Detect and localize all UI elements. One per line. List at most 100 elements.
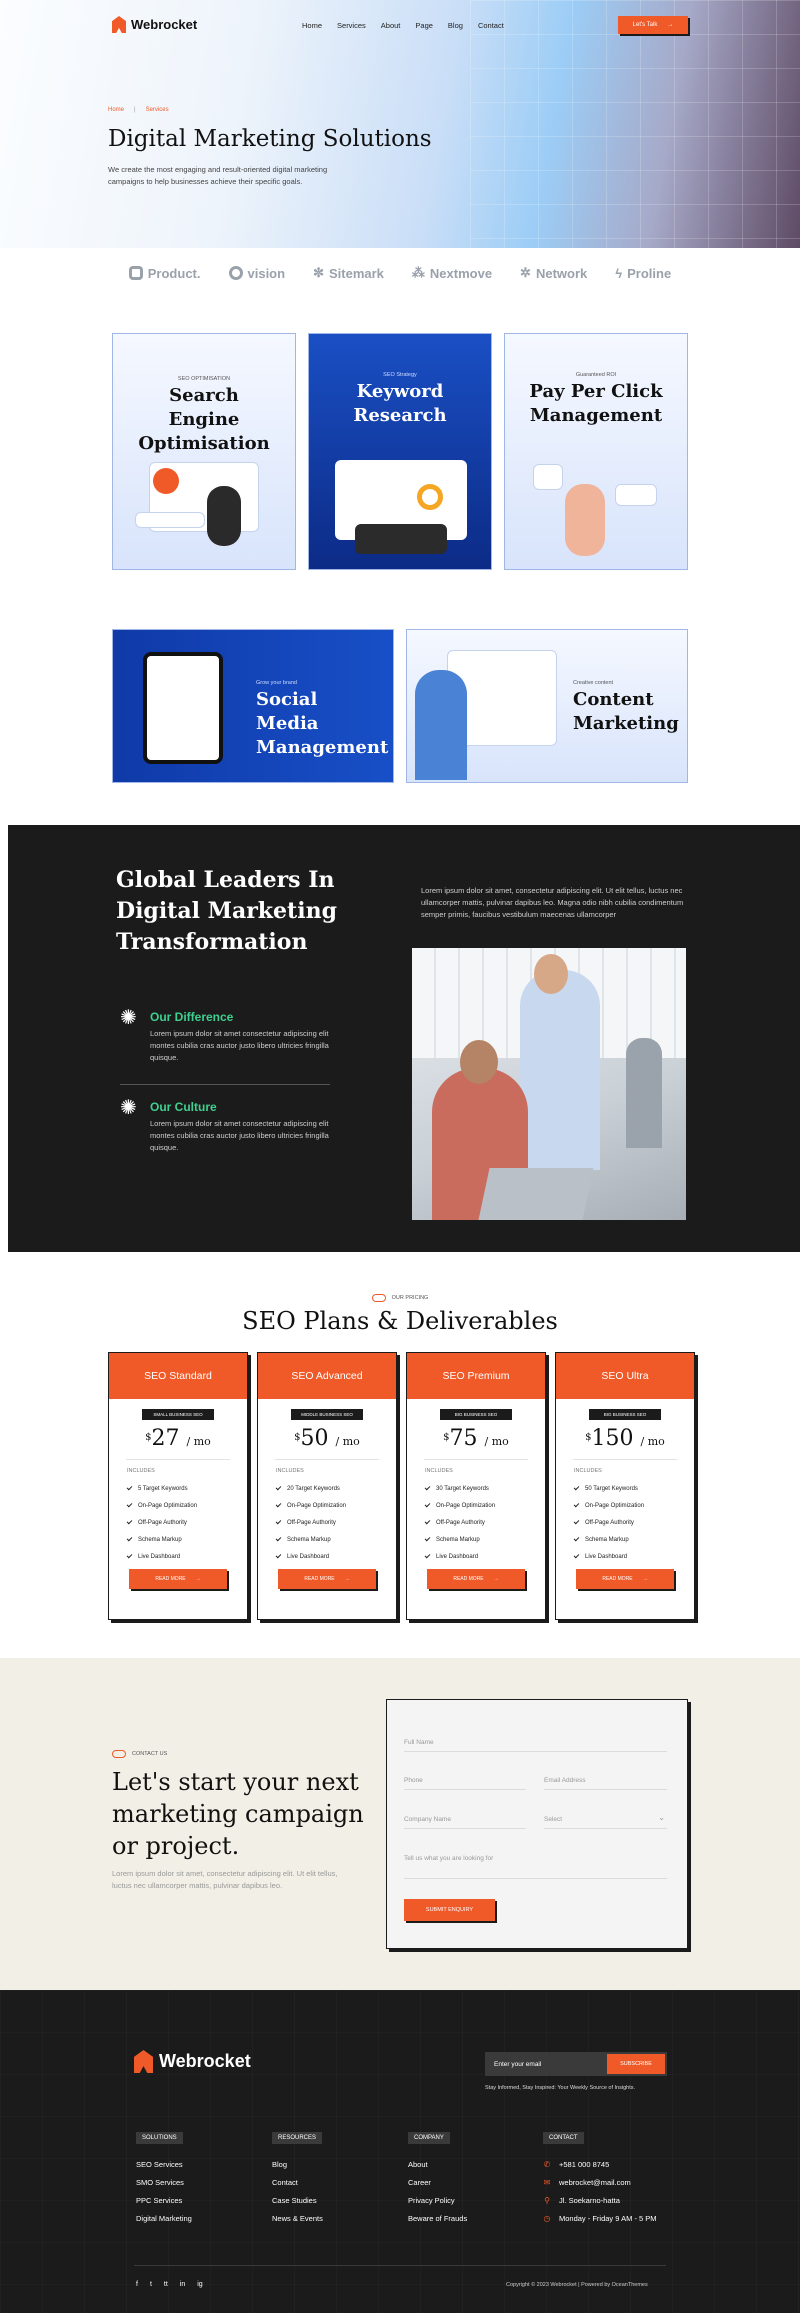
pricing-eyebrow: OUR PRICING [0, 1294, 800, 1302]
footer-col-title: SOLUTIONS [136, 2132, 183, 2144]
read-more-button[interactable]: READ MORE → [427, 1569, 525, 1589]
nav-blog[interactable]: Blog [448, 21, 463, 30]
subscribe-button[interactable]: SUBSCRIBE [607, 2054, 665, 2074]
footer-link[interactable]: Career [408, 2173, 467, 2191]
breadcrumb-services: Services [145, 107, 169, 113]
message-textarea[interactable]: Tell us what you are looking for [404, 1855, 667, 1879]
plan-feature: 50 Target Keywords [573, 1480, 694, 1497]
footer-contact-phone[interactable]: ✆ +581 000 8745 [543, 2155, 657, 2173]
hero-lead: We create the most engaging and result-o… [108, 165, 328, 186]
phone-icon: ✆ [543, 2159, 551, 2169]
service-card-social[interactable]: Grow your brand Social Media Management [112, 629, 394, 783]
nav-page[interactable]: Page [415, 21, 433, 30]
logo[interactable]: Webrocket [112, 16, 197, 33]
service-card-keyword[interactable]: SEO Strategy Keyword Research [308, 333, 492, 570]
service-eyebrow: SEO Strategy [383, 372, 417, 378]
footer-link[interactable]: SMO Services [136, 2173, 192, 2191]
footer-col-title: COMPANY [408, 2132, 450, 2144]
newsletter-form: Enter your email SUBSCRIBE [485, 2052, 667, 2076]
includes-label: INCLUDES [276, 1468, 304, 1474]
footer-col-solutions: SOLUTIONS SEO Services SMO Services PPC … [136, 2126, 192, 2227]
service-select[interactable]: Select [544, 1813, 667, 1829]
breadcrumb-home[interactable]: Home [108, 107, 124, 113]
linkedin-icon[interactable]: in [180, 2281, 185, 2288]
footer-link[interactable]: Privacy Policy [408, 2191, 467, 2209]
check-icon [424, 1518, 431, 1525]
check-icon [126, 1518, 133, 1525]
feature-text: Lorem ipsum dolor sit amet consectetur a… [150, 1029, 329, 1062]
facebook-icon[interactable]: f [136, 2281, 138, 2288]
check-icon [573, 1518, 580, 1525]
nav-about[interactable]: About [381, 21, 401, 30]
plan-price: $150 / mo [585, 1426, 665, 1451]
nav-services[interactable]: Services [337, 21, 366, 30]
phone-field[interactable]: Phone [404, 1777, 526, 1790]
logo-vision: vision [228, 266, 285, 281]
footer-link[interactable]: Case Studies [272, 2191, 323, 2209]
tablet-illustration [143, 652, 223, 764]
company-field[interactable]: Company Name [404, 1816, 526, 1829]
breadcrumb-separator: | [134, 107, 136, 113]
service-eyebrow: Guaranteed ROI [575, 372, 617, 378]
footer-logo[interactable]: Webrocket [134, 2050, 251, 2073]
plan-feature: Schema Markup [126, 1531, 247, 1548]
twitter-icon[interactable]: t [150, 2281, 152, 2288]
plan-divider [424, 1459, 528, 1460]
leaders-desc: Lorem ipsum dolor sit amet, consectetur … [421, 886, 684, 919]
footer-link[interactable]: Digital Marketing [136, 2209, 192, 2227]
footer: Webrocket Enter your email SUBSCRIBE Sta… [0, 1990, 800, 2313]
submit-enquiry-button[interactable]: SUBMIT ENQUIRY [404, 1899, 495, 1921]
link-icon [112, 1750, 126, 1758]
read-more-button[interactable]: READ MORE → [278, 1569, 376, 1589]
nav-contact[interactable]: Contact [478, 21, 504, 30]
full-name-field[interactable]: Full Name [404, 1739, 667, 1752]
partner-logos: Product. vision ✼ Sitemark ⁂ Nextmove ✲ Net… [0, 248, 800, 298]
location-icon: ⚲ [544, 2195, 550, 2205]
plan-feature-list: 30 Target Keywords On-Page Optimization Of… [424, 1480, 545, 1565]
read-more-button[interactable]: READ MORE → [129, 1569, 227, 1589]
check-icon [424, 1484, 431, 1491]
top-nav: Webrocket Home Services About Page Blog … [0, 0, 800, 50]
instagram-icon[interactable]: ig [197, 2281, 202, 2288]
plan-feature: Schema Markup [275, 1531, 396, 1548]
check-icon [126, 1535, 133, 1542]
nav-home[interactable]: Home [302, 21, 322, 30]
service-title: Content Marketing [573, 689, 679, 734]
footer-link[interactable]: PPC Services [136, 2191, 192, 2209]
plan-feature: 5 Target Keywords [126, 1480, 247, 1497]
email-field[interactable]: Email Address [544, 1777, 667, 1790]
footer-link[interactable]: Blog [272, 2155, 323, 2173]
newsletter-email-input[interactable]: Enter your email [485, 2061, 607, 2068]
check-icon [126, 1484, 133, 1491]
includes-label: INCLUDES [127, 1468, 155, 1474]
tiktok-icon[interactable]: tt [164, 2281, 168, 2288]
plan-feature-list: 20 Target Keywords On-Page Optimization Of… [275, 1480, 396, 1565]
enquiry-form: Full Name Phone Email Address Company Na… [386, 1699, 688, 1949]
contact-desc: Lorem ipsum dolor sit amet, consectetur … [112, 1869, 338, 1890]
footer-link[interactable]: Contact [272, 2173, 323, 2191]
footer-link[interactable]: SEO Services [136, 2155, 192, 2173]
footer-link[interactable]: Beware of Frauds [408, 2209, 467, 2227]
footer-link[interactable]: About [408, 2155, 467, 2173]
service-eyebrow: Grow your brand [256, 680, 297, 686]
lets-talk-label: Let's Talk [632, 22, 658, 28]
check-icon [424, 1552, 431, 1559]
plan-feature: Live Dashboard [424, 1548, 545, 1565]
check-icon [275, 1484, 282, 1491]
footer-link[interactable]: News & Events [272, 2209, 323, 2227]
breadcrumb: Home | Services [108, 107, 169, 113]
read-more-button[interactable]: READ MORE → [576, 1569, 674, 1589]
footer-logo-text: Webrocket [159, 2051, 251, 2071]
logo-sitemark: ✼ Sitemark [313, 265, 384, 281]
plan-price: $50 / mo [294, 1426, 360, 1451]
footer-contact-hours: ◷ Monday - Friday 9 AM - 5 PM [543, 2213, 657, 2223]
service-card-ppc[interactable]: Guaranteed ROI Pay Per Click Management [504, 333, 688, 570]
lets-talk-button[interactable]: Let's Talk → [618, 16, 688, 34]
footer-contact-email[interactable]: ✉ webrocket@mail.com [543, 2173, 657, 2191]
service-card-content[interactable]: Creative content Content Marketing [406, 629, 688, 783]
rocket-logo-icon [112, 16, 126, 33]
nextmove-logo-icon: ⁂ [411, 265, 425, 280]
check-icon [573, 1552, 580, 1559]
contact-eyebrow: CONTACT US [112, 1750, 167, 1758]
service-card-seo[interactable]: SEO OPTIMISATION Search Engine Optimisat… [112, 333, 296, 570]
